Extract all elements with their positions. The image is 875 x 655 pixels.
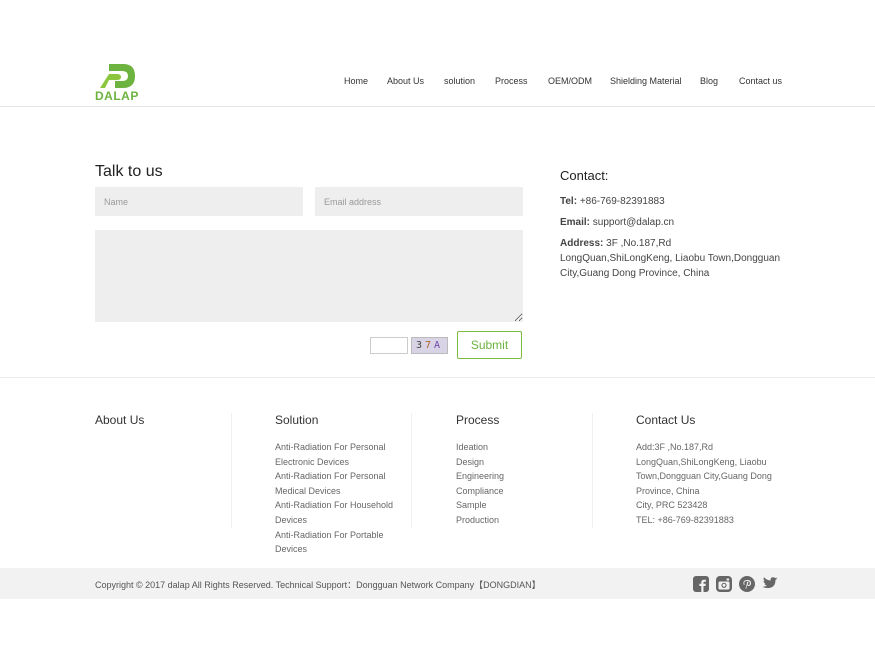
nav-oem-odm[interactable]: OEM/ODM: [548, 76, 592, 86]
footer-contact-address: Add:3F ,No.187,Rd LongQuan,ShiLongKeng, …: [636, 442, 772, 496]
pinterest-icon[interactable]: [738, 575, 755, 592]
nav-contact-us[interactable]: Contact us: [739, 76, 782, 86]
main-nav: Home About Us solution Process OEM/ODM S…: [0, 76, 875, 90]
nav-blog[interactable]: Blog: [700, 76, 718, 86]
bottom-bar: Copyright © 2017 dalap All Rights Reserv…: [0, 568, 875, 599]
footer-about-title[interactable]: About Us: [95, 413, 144, 427]
nav-solution[interactable]: solution: [444, 76, 475, 86]
footer-solution-item[interactable]: Anti-Radiation For Personal Medical Devi…: [275, 469, 395, 498]
nav-about-us[interactable]: About Us: [387, 76, 424, 86]
footer-process-item[interactable]: Design: [456, 455, 581, 470]
contact-tel: Tel: +86-769-82391883: [560, 194, 785, 209]
captcha-char: 7: [424, 340, 435, 351]
email-label: Email:: [560, 217, 591, 228]
footer-solution-item[interactable]: Anti-Radiation For Personal Electronic D…: [275, 440, 395, 469]
message-textarea[interactable]: [95, 230, 523, 322]
tel-value: +86-769-82391883: [579, 196, 665, 207]
site-header: DALAP Home About Us solution Process OEM…: [0, 0, 875, 107]
email-value[interactable]: support@dalap.cn: [593, 217, 674, 228]
footer-contact-tel: TEL: +86-769-82391883: [636, 514, 734, 525]
name-input[interactable]: [95, 187, 303, 216]
contact-address: Address: 3F ,No.187,Rd LongQuan,ShiLongK…: [560, 236, 785, 281]
instagram-icon[interactable]: [715, 575, 732, 592]
footer-process-item[interactable]: Engineering: [456, 469, 581, 484]
contact-email: Email: support@dalap.cn: [560, 215, 785, 230]
captcha-image[interactable]: 3 7 A: [411, 337, 448, 354]
nav-home[interactable]: Home: [344, 76, 368, 86]
nav-shielding-material[interactable]: Shielding Material: [610, 76, 682, 86]
footer-column-divider: [592, 413, 593, 528]
footer-contact-list: Add:3F ,No.187,Rd LongQuan,ShiLongKeng, …: [636, 440, 776, 528]
footer-column-divider: [231, 413, 232, 528]
contact-title: Contact:: [560, 168, 609, 183]
tel-label: Tel:: [560, 196, 578, 207]
address-label: Address:: [560, 238, 604, 249]
email-input[interactable]: [315, 187, 523, 216]
captcha-char: A: [434, 340, 444, 351]
submit-button[interactable]: Submit: [457, 331, 522, 359]
captcha-input[interactable]: [370, 337, 408, 354]
footer-process-item[interactable]: Production: [456, 513, 581, 528]
footer-divider: [0, 377, 875, 378]
talk-title: Talk to us: [95, 163, 163, 180]
twitter-icon[interactable]: [761, 575, 778, 592]
nav-process[interactable]: Process: [495, 76, 528, 86]
footer-solution-title[interactable]: Solution: [275, 413, 318, 427]
footer-process-item[interactable]: Ideation: [456, 440, 581, 455]
footer-solution-item[interactable]: Anti-Radiation For Portable Devices: [275, 528, 395, 557]
footer-process-item[interactable]: Compliance: [456, 484, 581, 499]
footer-solution-list: Anti-Radiation For Personal Electronic D…: [275, 440, 395, 557]
footer-process-item[interactable]: Sample: [456, 498, 581, 513]
footer-contact-title[interactable]: Contact Us: [636, 413, 695, 427]
footer-process-list: Ideation Design Engineering Compliance S…: [456, 440, 581, 528]
copyright-text: Copyright © 2017 dalap All Rights Reserv…: [95, 580, 541, 590]
footer-process-title[interactable]: Process: [456, 413, 499, 427]
footer-column-divider: [411, 413, 412, 528]
logo-text: DALAP: [95, 89, 139, 103]
footer-solution-item[interactable]: Anti-Radiation For Household Devices: [275, 498, 395, 527]
captcha-char: 3: [415, 340, 425, 351]
facebook-icon[interactable]: [692, 575, 709, 592]
footer-contact-city: City, PRC 523428: [636, 500, 708, 511]
